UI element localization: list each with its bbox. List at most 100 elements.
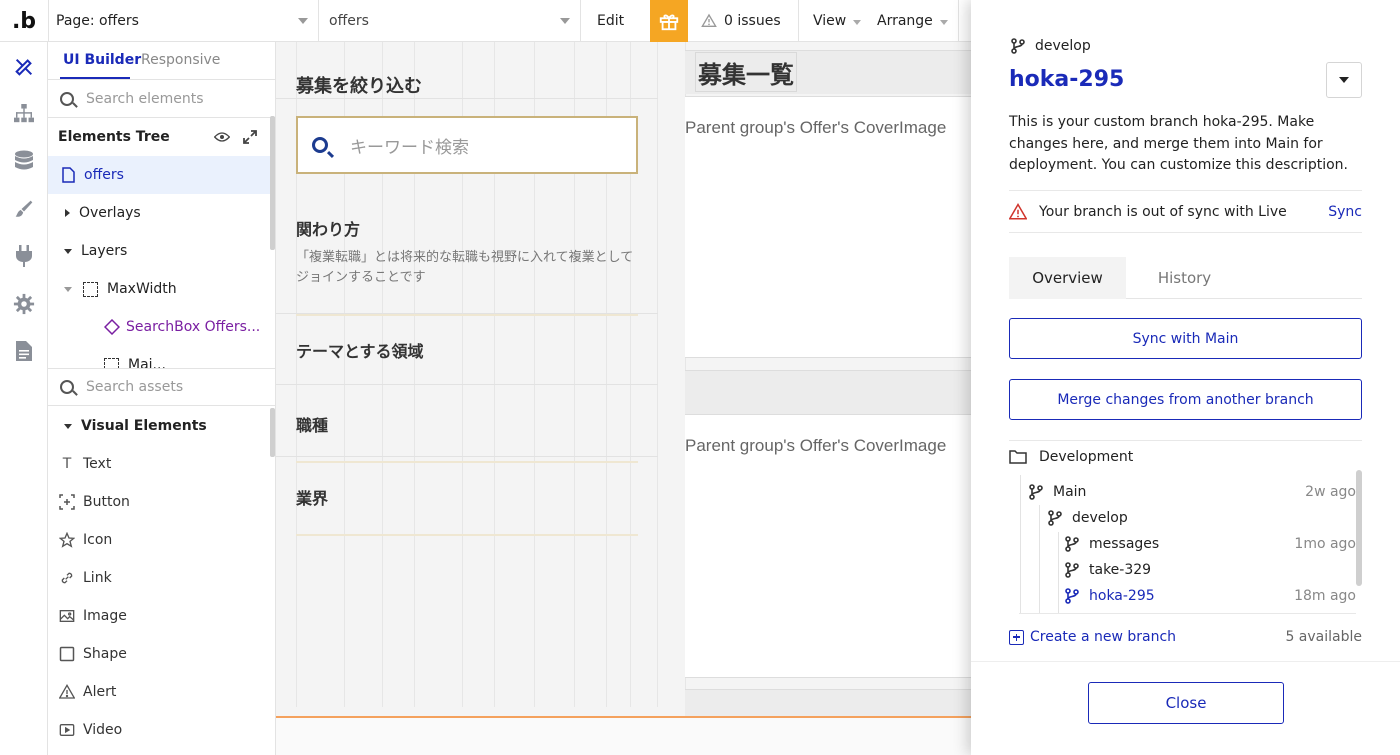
- element-selector-label: offers: [329, 13, 369, 29]
- divider: [958, 0, 959, 42]
- branch-icon: [1065, 536, 1079, 552]
- expand-icon[interactable]: [243, 130, 257, 144]
- branch-time: 2w ago: [1305, 484, 1356, 500]
- visual-element-image[interactable]: Image: [48, 597, 270, 635]
- divider: [276, 98, 658, 99]
- group-icon: [83, 281, 98, 297]
- search-assets-placeholder: Search assets: [86, 379, 184, 395]
- sync-warning-text: Your branch is out of sync with Live: [1039, 204, 1287, 220]
- keyword-search-input[interactable]: キーワード検索: [296, 116, 638, 174]
- industry-heading: 業界: [296, 489, 329, 508]
- tree-item-overlays[interactable]: Overlays: [48, 194, 270, 232]
- search-assets-field[interactable]: Search assets: [48, 368, 275, 406]
- tree-item-searchbox[interactable]: SearchBox Offers...: [48, 308, 270, 346]
- caret-right-icon[interactable]: [65, 209, 70, 217]
- branch-name: take-329: [1089, 562, 1152, 578]
- tree-scrollbar[interactable]: [270, 116, 275, 250]
- branch-row-main[interactable]: Main 2w ago: [1029, 479, 1356, 505]
- branch-title: hoka-295: [1009, 67, 1125, 92]
- tab-history[interactable]: History: [1126, 257, 1243, 299]
- tree-item-main[interactable]: Mai...: [48, 348, 270, 368]
- visual-element-label: Shape: [83, 646, 127, 662]
- filter-title: 募集を絞り込む: [296, 76, 422, 97]
- tab-ui-builder[interactable]: UI Builder: [63, 52, 141, 68]
- visual-element-button[interactable]: Button: [48, 483, 270, 521]
- visual-element-alert[interactable]: Alert: [48, 673, 270, 711]
- styles-icon[interactable]: [12, 197, 36, 221]
- edit-menu[interactable]: Edit: [580, 0, 650, 42]
- warning-icon: [701, 13, 717, 27]
- video-icon: [59, 724, 75, 736]
- divider: [296, 314, 638, 316]
- close-button[interactable]: Close: [1088, 682, 1284, 724]
- visual-element-video[interactable]: Video: [48, 711, 270, 749]
- branch-list-scrollbar[interactable]: [1356, 470, 1362, 586]
- divider: [276, 313, 658, 314]
- branch-dropdown-button[interactable]: [1326, 62, 1362, 98]
- design-icon[interactable]: [12, 55, 36, 79]
- gift-icon[interactable]: [650, 0, 688, 42]
- merge-changes-button[interactable]: Merge changes from another branch: [1009, 379, 1362, 420]
- settings-icon[interactable]: [12, 292, 36, 316]
- tree-item-layers[interactable]: Layers: [48, 232, 270, 270]
- issues-label: 0 issues: [724, 13, 781, 29]
- branch-row-take-329[interactable]: take-329: [1065, 557, 1356, 583]
- element-selector[interactable]: offers: [318, 0, 580, 42]
- divider: [1009, 232, 1362, 233]
- chevron-down-icon: [560, 18, 570, 24]
- visual-element-text[interactable]: T Text: [48, 445, 270, 483]
- visual-element-shape[interactable]: Shape: [48, 635, 270, 673]
- visual-element-label: Video: [83, 722, 123, 738]
- arrange-menu[interactable]: Arrange: [877, 0, 948, 42]
- sync-link[interactable]: Sync: [1328, 204, 1362, 220]
- editor-canvas[interactable]: 募集を絞り込む キーワード検索 関わり方 「複業転職」とは将来的な転職も視野に入…: [276, 42, 971, 755]
- visual-element-link[interactable]: Link: [48, 559, 270, 597]
- caret-down-icon[interactable]: [64, 423, 72, 429]
- bubble-logo[interactable]: .b: [0, 0, 48, 42]
- caret-down-icon[interactable]: [64, 248, 72, 254]
- offer-card[interactable]: Parent group's Offer's CoverImage: [685, 96, 971, 358]
- view-menu[interactable]: View: [798, 0, 862, 42]
- development-label: Development: [1039, 449, 1134, 465]
- eye-icon[interactable]: [214, 130, 230, 144]
- edit-label: Edit: [597, 13, 625, 29]
- list-header-band: [685, 370, 971, 414]
- branch-row-develop[interactable]: develop: [1048, 505, 1356, 531]
- create-branch-link[interactable]: Create a new branch: [1009, 629, 1176, 645]
- sync-with-main-button[interactable]: Sync with Main: [1009, 318, 1362, 359]
- branches-available: 5 available: [1285, 629, 1362, 645]
- branch-name: develop: [1072, 510, 1128, 526]
- caret-down-icon[interactable]: [64, 286, 72, 292]
- sync-warning: Your branch is out of sync with Live Syn…: [1009, 201, 1362, 223]
- workflow-icon[interactable]: [12, 102, 36, 126]
- visual-element-icon[interactable]: Icon: [48, 521, 270, 559]
- issues-button[interactable]: 0 issues: [701, 0, 781, 42]
- chevron-down-icon: [298, 18, 308, 24]
- search-icon: [60, 380, 74, 394]
- group-icon: [104, 357, 119, 368]
- branch-description: This is your custom branch hoka-295. Mak…: [1009, 114, 1348, 173]
- parent-branch-label: develop: [1035, 38, 1091, 54]
- offer-card[interactable]: Parent group's Offer's CoverImage: [685, 414, 971, 678]
- tree-item-maxwidth[interactable]: MaxWidth: [48, 270, 270, 308]
- page-selector[interactable]: Page: offers: [48, 0, 318, 42]
- tree-item-offers[interactable]: offers: [48, 156, 270, 194]
- search-icon: [60, 91, 74, 106]
- list-header-band: [685, 689, 971, 716]
- assets-scrollbar[interactable]: [270, 408, 275, 457]
- link-icon: [61, 572, 73, 584]
- visual-elements-header[interactable]: Visual Elements: [48, 407, 270, 445]
- left-panel: UI Builder Responsive Search elements El…: [48, 42, 276, 755]
- branch-row-hoka-295[interactable]: hoka-295 18m ago: [1065, 583, 1356, 609]
- branch-row-messages[interactable]: messages 1mo ago: [1065, 531, 1356, 557]
- cover-image-placeholder: Parent group's Offer's CoverImage: [685, 436, 947, 455]
- tab-overview[interactable]: Overview: [1009, 257, 1126, 299]
- tree-item-label: SearchBox Offers...: [126, 319, 261, 335]
- search-elements-field[interactable]: Search elements: [48, 80, 275, 118]
- divider: [296, 461, 638, 463]
- button-icon: [59, 494, 75, 510]
- plugins-icon[interactable]: [12, 244, 36, 268]
- logs-icon[interactable]: [12, 339, 36, 363]
- data-icon[interactable]: [12, 149, 36, 173]
- tab-responsive[interactable]: Responsive: [141, 52, 220, 68]
